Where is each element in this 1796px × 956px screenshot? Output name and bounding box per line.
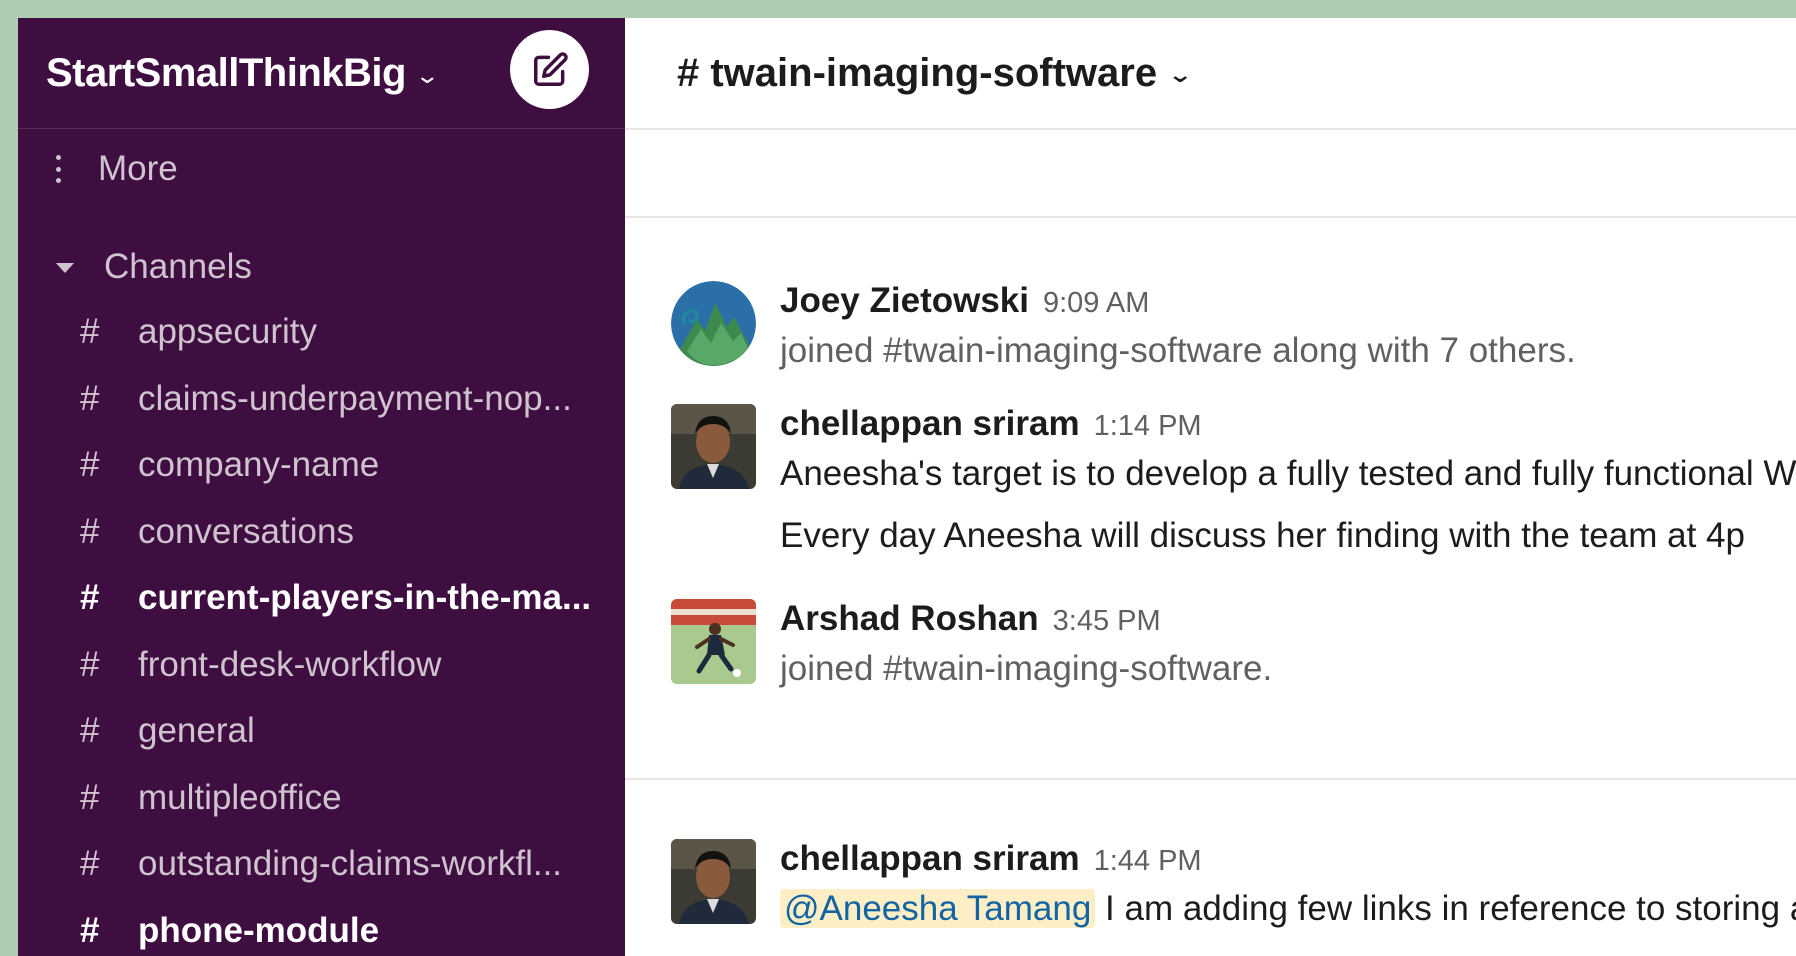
message-body: Joey Zietowski 9:09 AM joined #twain-imag…	[780, 281, 1796, 371]
channel-label: phone-module	[138, 910, 380, 950]
hash-icon: #	[80, 777, 100, 817]
hash-icon: #	[80, 910, 100, 950]
channel-label: front-desk-workflow	[138, 644, 442, 684]
message-timestamp[interactable]: 1:44 PM	[1094, 845, 1202, 877]
channel-title: # twain-imaging-software	[677, 50, 1158, 95]
sidebar-item-front-desk-workflow[interactable]: # front-desk-workflow	[18, 632, 625, 699]
channel-pane: # twain-imaging-software ⌄ Joey Zietowski…	[625, 18, 1796, 956]
message-text: Every day Aneesha will discuss her findi…	[780, 516, 1745, 555]
message-text: @Aneesha Tamang I am adding few links in…	[780, 889, 1796, 929]
sidebar-item-claims-underpayment[interactable]: # claims-underpayment-nop...	[18, 366, 625, 433]
sidebar-item-conversations[interactable]: # conversations	[18, 499, 625, 566]
message-text-rest: I am adding few links in reference to st…	[1095, 889, 1796, 928]
compose-button[interactable]	[510, 30, 589, 109]
channel-header: # twain-imaging-software ⌄	[625, 18, 1796, 130]
message-body: chellappan sriram 1:14 PM Aneesha's targe…	[780, 404, 1796, 556]
channel-label: general	[138, 711, 255, 751]
sidebar-item-multipleoffice[interactable]: # multipleoffice	[18, 765, 625, 832]
channel-label: current-players-in-the-ma...	[138, 578, 592, 618]
user-mention[interactable]: @Aneesha Tamang	[780, 889, 1096, 928]
chevron-down-icon: ⌄	[1167, 61, 1194, 87]
more-item[interactable]: More	[18, 129, 625, 209]
hash-icon: #	[80, 445, 100, 485]
hash-icon: #	[80, 511, 100, 551]
channels-section-header[interactable]: Channels	[18, 227, 625, 307]
message-timestamp[interactable]: 3:45 PM	[1053, 605, 1161, 637]
channel-label: appsecurity	[138, 312, 317, 352]
channel-subheader	[625, 130, 1796, 218]
sender-name[interactable]: chellappan sriram	[780, 839, 1080, 878]
message-timestamp[interactable]: 1:14 PM	[1094, 410, 1202, 442]
sidebar-item-appsecurity[interactable]: # appsecurity	[18, 299, 625, 366]
channel-label: outstanding-claims-workfl...	[138, 844, 563, 884]
message-body: chellappan sriram 1:44 PM @Aneesha Tamang…	[780, 839, 1796, 929]
message-text: Aneesha's target is to develop a fully t…	[780, 454, 1796, 493]
chevron-down-icon[interactable]: ⌄	[414, 63, 440, 89]
sidebar-item-general[interactable]: # general	[18, 698, 625, 765]
sidebar-item-outstanding-claims[interactable]: # outstanding-claims-workfl...	[18, 831, 625, 898]
sender-name[interactable]: chellappan sriram	[780, 404, 1080, 443]
hash-icon: #	[80, 578, 100, 618]
hash-icon: #	[80, 312, 100, 352]
channels-section-label: Channels	[104, 247, 252, 286]
channel-label: conversations	[138, 511, 354, 551]
avatar[interactable]	[671, 404, 756, 489]
hash-icon: #	[80, 378, 100, 418]
caret-down-icon	[56, 263, 74, 273]
message-body: Arshad Roshan 3:45 PM joined #twain-imagi…	[780, 599, 1796, 689]
channel-label: multipleoffice	[138, 777, 342, 817]
hash-icon: #	[80, 844, 100, 884]
channel-label: company-name	[138, 445, 380, 485]
channel-label: claims-underpayment-nop...	[138, 378, 572, 418]
sidebar: StartSmallThinkBig ⌄ More Channels # app…	[18, 18, 625, 956]
workspace-name[interactable]: StartSmallThinkBig	[46, 51, 406, 96]
hash-icon: #	[80, 644, 100, 684]
avatar[interactable]	[671, 281, 756, 366]
day-divider	[625, 778, 1796, 780]
hash-icon: #	[80, 711, 100, 751]
sender-name[interactable]: Arshad Roshan	[780, 599, 1039, 638]
avatar[interactable]	[671, 599, 756, 684]
message-text: joined #twain-imaging-software.	[780, 649, 1273, 688]
person-photo-icon	[671, 404, 756, 489]
message-timestamp[interactable]: 9:09 AM	[1043, 287, 1149, 319]
sender-name[interactable]: Joey Zietowski	[780, 281, 1029, 320]
sidebar-item-phone-module[interactable]: # phone-module	[18, 898, 625, 956]
sidebar-item-company-name[interactable]: # company-name	[18, 432, 625, 499]
soccer-photo-icon	[671, 599, 756, 684]
workspace-header[interactable]: StartSmallThinkBig ⌄	[18, 18, 625, 129]
more-vertical-icon	[54, 155, 62, 183]
message-text: joined #twain-imaging-software along wit…	[780, 331, 1576, 370]
avatar[interactable]	[671, 839, 756, 924]
app-window: StartSmallThinkBig ⌄ More Channels # app…	[18, 18, 1796, 956]
channel-list: # appsecurity # claims-underpayment-nop.…	[18, 299, 625, 956]
compose-icon	[533, 51, 568, 86]
sidebar-item-current-players[interactable]: # current-players-in-the-ma...	[18, 565, 625, 632]
channel-title-button[interactable]: # twain-imaging-software ⌄	[677, 50, 1194, 96]
person-photo-icon	[671, 839, 756, 924]
more-label: More	[98, 149, 178, 188]
mountain-logo-icon	[671, 281, 756, 366]
